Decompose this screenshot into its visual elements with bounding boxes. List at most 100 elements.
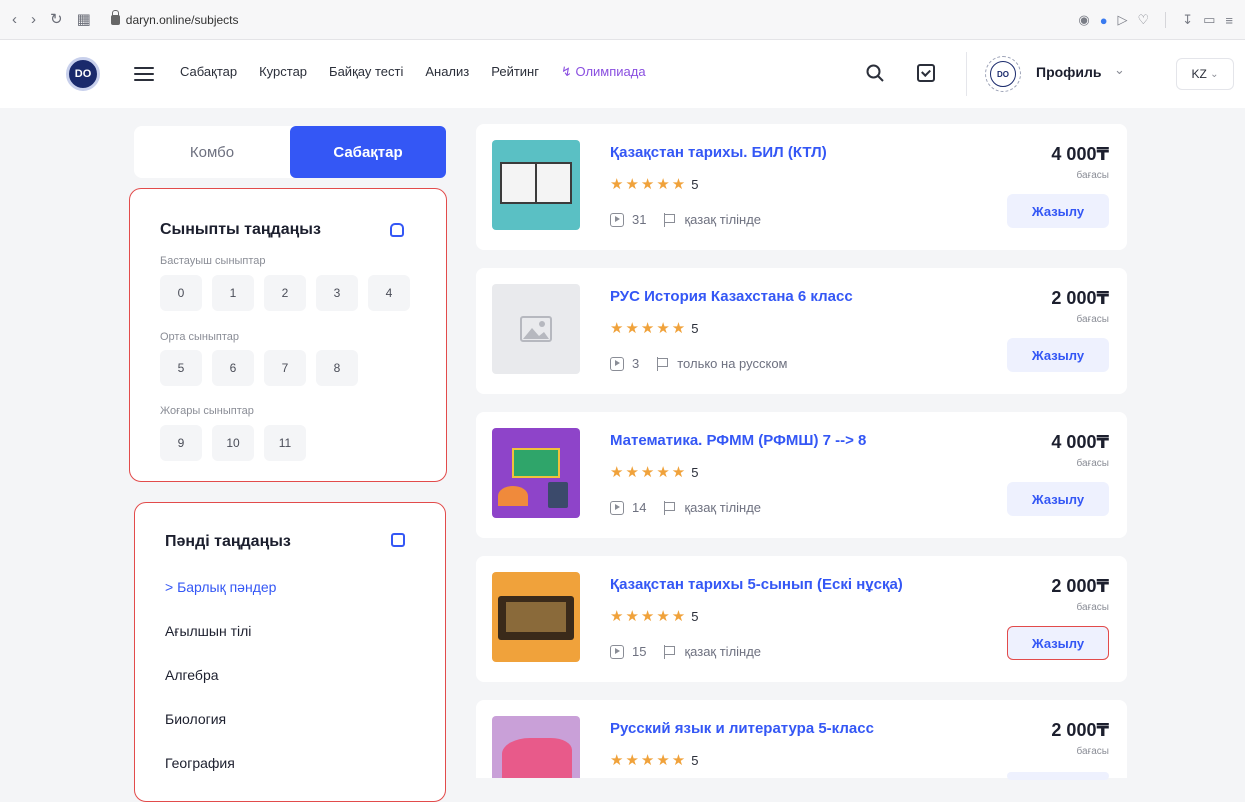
course-title[interactable]: Математика. РФММ (РФМШ) 7 --> 8 bbox=[610, 432, 866, 449]
download-icon[interactable]: ↧ bbox=[1182, 12, 1193, 28]
subject-item-geography[interactable]: География bbox=[165, 755, 235, 771]
grade-chip-5[interactable]: 5 bbox=[160, 350, 202, 386]
tab-icon[interactable]: ▭ bbox=[1203, 12, 1215, 28]
heart-icon[interactable]: ♡ bbox=[1138, 12, 1150, 28]
star-icons: ★★★★★ bbox=[610, 752, 688, 769]
course-thumbnail bbox=[492, 572, 580, 662]
language-value: KZ bbox=[1191, 67, 1207, 81]
browser-actions: ◉ ● ▷ ♡ ↧ ▭ ≡ bbox=[1078, 12, 1233, 28]
grade-chip-9[interactable]: 9 bbox=[160, 425, 202, 461]
course-price: 4 000₸ bbox=[1051, 144, 1109, 164]
enroll-button[interactable]: Жазылу bbox=[1007, 626, 1109, 660]
hamburger-icon[interactable] bbox=[134, 67, 154, 81]
language-select[interactable]: KZ ⌄ bbox=[1176, 58, 1234, 90]
subject-item-biology[interactable]: Биология bbox=[165, 711, 226, 727]
lock-icon bbox=[110, 9, 120, 25]
course-card[interactable]: Қазақстан тарихы. БИЛ (КТЛ) ★★★★★ 5 31 қа… bbox=[476, 124, 1127, 250]
enroll-button[interactable]: Жазылу bbox=[1007, 482, 1109, 516]
course-language: только на русском bbox=[677, 356, 788, 371]
toolbar-divider bbox=[1165, 12, 1167, 28]
course-title[interactable]: Русский язык и литература 5-класс bbox=[610, 720, 874, 737]
chevron-down-icon: ⌄ bbox=[1210, 68, 1219, 80]
grade-chip-3[interactable]: 3 bbox=[316, 275, 358, 311]
backpack-icon bbox=[390, 223, 404, 237]
grade-chip-11[interactable]: 11 bbox=[264, 425, 306, 461]
address-bar[interactable]: daryn.online/subjects bbox=[110, 9, 239, 27]
course-card[interactable]: РУС История Казахстана 6 класс ★★★★★ 5 3 … bbox=[476, 268, 1127, 394]
lightning-icon: ↯ bbox=[560, 64, 576, 79]
group-label-primary: Бастауыш сыныптар bbox=[160, 255, 266, 267]
enroll-button[interactable]: Жазылу bbox=[1007, 338, 1109, 372]
course-meta: 15 қазақ тілінде bbox=[610, 644, 761, 659]
star-icons: ★★★★★ bbox=[610, 608, 688, 625]
grade-chips-primary: 0 1 2 3 4 bbox=[160, 275, 410, 311]
enroll-button[interactable]: Жазылу bbox=[1007, 194, 1109, 228]
grade-chip-10[interactable]: 10 bbox=[212, 425, 254, 461]
video-icon bbox=[610, 644, 624, 659]
site-logo[interactable]: DO bbox=[66, 57, 100, 91]
menu-item-courses[interactable]: Курстар bbox=[259, 64, 307, 80]
grade-chip-1[interactable]: 1 bbox=[212, 275, 254, 311]
star-icons: ★★★★★ bbox=[610, 464, 688, 481]
menu-icon[interactable]: ≡ bbox=[1225, 13, 1233, 28]
book-icon bbox=[391, 533, 405, 547]
calendar-icon[interactable] bbox=[917, 64, 935, 82]
menu-item-lessons[interactable]: Сабақтар bbox=[180, 64, 237, 80]
course-card[interactable]: Русский язык и литература 5-класс ★★★★★ 5… bbox=[476, 700, 1127, 780]
chevron-down-icon[interactable]: ⌄ bbox=[1114, 62, 1125, 78]
lesson-count: 15 bbox=[632, 644, 647, 659]
course-title[interactable]: Қазақстан тарихы. БИЛ (КТЛ) bbox=[610, 144, 827, 161]
profile-link[interactable]: Профиль bbox=[1036, 64, 1102, 80]
course-price: 2 000₸ bbox=[1051, 288, 1109, 308]
star-icons: ★★★★★ bbox=[610, 320, 688, 337]
menu-item-analysis[interactable]: Анализ bbox=[425, 64, 469, 80]
grade-chip-0[interactable]: 0 bbox=[160, 275, 202, 311]
grade-chip-8[interactable]: 8 bbox=[316, 350, 358, 386]
subject-item-english[interactable]: Ағылшын тілі bbox=[165, 623, 251, 639]
course-card[interactable]: Математика. РФММ (РФМШ) 7 --> 8 ★★★★★ 5 1… bbox=[476, 412, 1127, 538]
enroll-button[interactable] bbox=[1007, 772, 1109, 780]
grade-chip-2[interactable]: 2 bbox=[264, 275, 306, 311]
rating-value: 5 bbox=[691, 608, 699, 624]
menu-item-trial-test[interactable]: Байқау тесті bbox=[329, 64, 403, 80]
flag-icon bbox=[664, 644, 676, 659]
grade-chips-senior: 9 10 11 bbox=[160, 425, 306, 461]
subject-item-algebra[interactable]: Алгебра bbox=[165, 667, 219, 683]
course-title[interactable]: РУС История Казахстана 6 класс bbox=[610, 288, 853, 305]
subject-item-all[interactable]: > Барлық пәндер bbox=[165, 579, 276, 595]
tab-combo[interactable]: Комбо bbox=[134, 126, 290, 178]
course-meta: 3 только на русском bbox=[610, 356, 787, 371]
grade-chip-4[interactable]: 4 bbox=[368, 275, 410, 311]
course-meta: 31 қазақ тілінде bbox=[610, 212, 761, 227]
price-label: бағасы bbox=[1076, 314, 1109, 325]
menu-item-olympiad[interactable]: ↯ Олимпиада bbox=[561, 64, 646, 80]
price-label: бағасы bbox=[1076, 602, 1109, 613]
play-icon[interactable]: ▷ bbox=[1118, 12, 1128, 28]
rating: ★★★★★ 5 bbox=[610, 607, 698, 625]
menu-item-rating[interactable]: Рейтинг bbox=[491, 64, 539, 80]
forward-icon[interactable]: › bbox=[31, 12, 36, 27]
back-icon[interactable]: ‹ bbox=[12, 12, 17, 27]
grade-chip-6[interactable]: 6 bbox=[212, 350, 254, 386]
grade-chips-middle: 5 6 7 8 bbox=[160, 350, 358, 386]
shield-icon[interactable]: ● bbox=[1100, 13, 1108, 28]
course-language: қазақ тілінде bbox=[684, 644, 762, 659]
rating-value: 5 bbox=[691, 752, 699, 768]
search-icon[interactable] bbox=[866, 64, 884, 82]
reload-icon[interactable]: ↻ bbox=[50, 12, 63, 27]
course-card[interactable]: Қазақстан тарихы 5-сынып (Ескі нұсқа) ★★… bbox=[476, 556, 1127, 682]
video-icon bbox=[610, 212, 624, 227]
course-title[interactable]: Қазақстан тарихы 5-сынып (Ескі нұсқа) bbox=[610, 576, 903, 593]
grade-chip-7[interactable]: 7 bbox=[264, 350, 306, 386]
grade-filter-title: Сыныпты таңдаңыз bbox=[160, 221, 321, 238]
group-label-middle: Орта сыныптар bbox=[160, 331, 240, 343]
avatar[interactable]: DO bbox=[985, 56, 1021, 92]
star-icons: ★★★★★ bbox=[610, 176, 688, 193]
tab-lessons[interactable]: Сабақтар bbox=[290, 126, 446, 178]
url-text[interactable]: daryn.online/subjects bbox=[126, 13, 239, 27]
camera-icon[interactable]: ◉ bbox=[1078, 12, 1089, 28]
site-header: DO Сабақтар Курстар Байқау тесті Анализ … bbox=[0, 40, 1245, 108]
avatar-logo: DO bbox=[990, 61, 1016, 87]
subject-filter-title: Пәнді таңдаңыз bbox=[165, 533, 291, 550]
grid-icon[interactable]: ▦ bbox=[77, 12, 91, 27]
